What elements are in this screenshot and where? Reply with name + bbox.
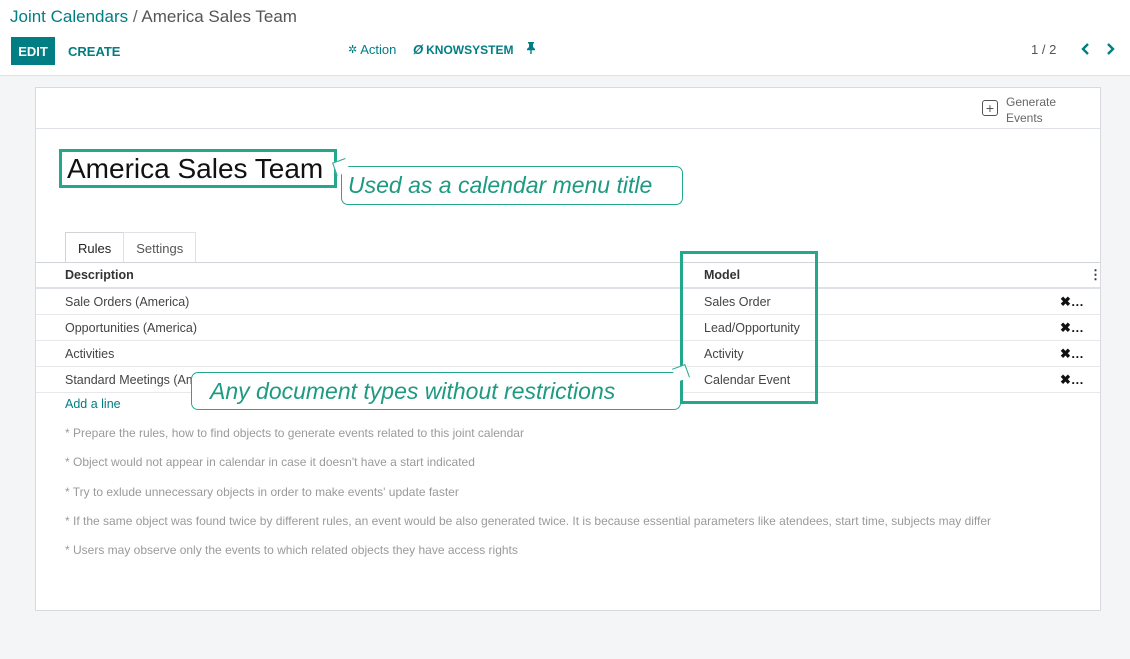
row-description: Activities <box>65 347 115 361</box>
pager-next-button[interactable] <box>1101 39 1119 59</box>
row-description: Standard Meetings (Am <box>65 373 197 387</box>
pager-value[interactable]: 1 / 2 <box>1031 42 1056 57</box>
add-line-link[interactable]: Add a line <box>65 397 121 411</box>
gear-icon: ✲ <box>348 44 358 56</box>
button-box: + Generate Events <box>36 88 1100 129</box>
table-row[interactable]: Activities Activity ✖… <box>36 341 1100 367</box>
column-header-description[interactable]: Description <box>65 268 134 282</box>
breadcrumb: Joint Calendars / America Sales Team <box>10 7 297 27</box>
tab-rules[interactable]: Rules <box>65 232 125 263</box>
pin-icon <box>527 42 535 54</box>
row-description: Opportunities (America) <box>65 321 197 335</box>
row-model: Lead/Opportunity <box>704 321 800 335</box>
chevron-right-icon <box>1106 43 1115 55</box>
callout-title-tip: Used as a calendar menu title <box>332 158 683 205</box>
table-row[interactable]: Sale Orders (America) Sales Order ✖… <box>36 289 1100 315</box>
column-options-icon[interactable]: ⋮ <box>1089 267 1102 283</box>
help-note: * Object would not appear in calendar in… <box>65 455 475 470</box>
knowsystem-label: KNOWSYSTEM <box>426 42 514 57</box>
plus-square-icon: + <box>982 100 998 116</box>
help-note: * If the same object was found twice by … <box>65 513 992 528</box>
create-button[interactable]: CREATE <box>60 37 128 65</box>
refresh-icon: Ø <box>413 42 424 57</box>
pin-button[interactable] <box>526 42 536 54</box>
control-panel: Joint Calendars / America Sales Team EDI… <box>0 0 1130 76</box>
generate-events-label: Generate Events <box>1006 95 1057 125</box>
record-title[interactable]: America Sales Team <box>67 153 323 185</box>
help-note: * Try to exlude unnecessary objects in o… <box>65 484 459 499</box>
breadcrumb-current: America Sales Team <box>141 7 297 26</box>
table-row[interactable]: Opportunities (America) Lead/Opportunity… <box>36 315 1100 341</box>
row-model: Sales Order <box>704 295 771 309</box>
tab-settings[interactable]: Settings <box>123 232 197 263</box>
action-menu-button[interactable]: ✲ Action <box>348 42 396 57</box>
chevron-left-icon <box>1080 43 1089 55</box>
delete-row-icon[interactable]: ✖… <box>1060 294 1084 310</box>
action-label: Action <box>360 42 397 57</box>
callout-document-types-text: Any document types without restrictions <box>210 377 616 404</box>
knowsystem-button[interactable]: Ø KNOWSYSTEM <box>413 42 513 57</box>
edit-button[interactable]: EDIT <box>11 37 55 65</box>
row-model: Activity <box>704 347 744 361</box>
column-header-model[interactable]: Model <box>704 268 740 282</box>
help-note: * Prepare the rules, how to find objects… <box>65 426 524 440</box>
table-header: Description Model ⋮ <box>36 263 1102 289</box>
row-model: Calendar Event <box>704 373 791 387</box>
notebook-tabs: Rules Settings <box>65 232 197 263</box>
delete-row-icon[interactable]: ✖… <box>1060 320 1084 336</box>
callout-title-text: Used as a calendar menu title <box>348 172 653 198</box>
row-description: Sale Orders (America) <box>65 295 190 309</box>
callout-document-types-tip: Any document types without restrictions <box>191 364 690 410</box>
breadcrumb-parent-link[interactable]: Joint Calendars <box>10 7 128 26</box>
pager-previous-button[interactable] <box>1076 39 1094 59</box>
generate-events-button[interactable]: + Generate Events <box>982 94 1066 126</box>
help-note: * Users may observe only the events to w… <box>65 543 518 558</box>
delete-row-icon[interactable]: ✖… <box>1060 372 1084 388</box>
breadcrumb-separator: / <box>128 7 142 26</box>
help-notes: * Prepare the rules, how to find objects… <box>65 426 1085 572</box>
delete-row-icon[interactable]: ✖… <box>1060 346 1084 362</box>
title-highlight: America Sales Team <box>59 149 337 188</box>
form-sheet: + Generate Events America Sales Team Use… <box>35 87 1102 611</box>
